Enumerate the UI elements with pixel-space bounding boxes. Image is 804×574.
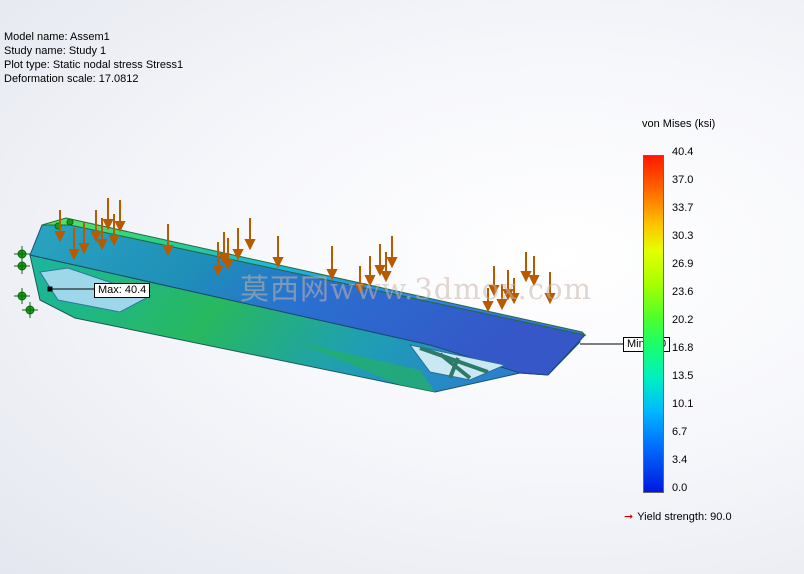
legend-tick: 26.9 [672,258,694,270]
fixed-geometry-icon [14,258,30,274]
fixed-geometry-icon [14,288,30,304]
legend-tick: 6.7 [672,426,688,438]
legend-tick: 13.5 [672,370,694,382]
watermark: 莫西网www.3dmox.com [240,272,592,306]
model-name: Model name: Assem1 [4,31,110,43]
down-arrow-icon [114,200,126,233]
down-arrow-icon [272,236,284,269]
study-info: Model name: Assem1 Study name: Study 1 P… [4,30,183,86]
legend-tick: 33.7 [672,202,694,214]
down-arrow-icon [102,198,114,231]
right-arrow-icon: ➞ [624,511,634,523]
legend-tick: 40.4 [672,146,694,158]
legend-tick: 20.2 [672,314,694,326]
yield-strength: ➞ Yield strength: 90.0 [624,510,732,523]
stress-colorbar [643,155,664,493]
legend-title: von Mises (ksi) [642,118,716,130]
max-stress-label[interactable]: Max: 40.4 [94,283,151,298]
legend-tick: 3.4 [672,454,688,466]
plot-type: Plot type: Static nodal stress Stress1 [4,59,184,71]
down-arrow-icon [386,236,398,269]
down-arrow-icon [232,228,244,261]
legend-tick: 10.1 [672,398,694,410]
study-name: Study name: Study 1 [4,45,107,57]
down-arrow-icon [162,224,174,257]
down-arrow-icon [244,218,256,251]
legend-tick: 23.6 [672,286,694,298]
legend-tick: 16.8 [672,342,694,354]
deformation-scale: Deformation scale: 17.0812 [4,73,139,85]
legend-tick: 0.0 [672,482,688,494]
yield-strength-label: Yield strength: 90.0 [637,511,732,523]
fixed-geometry-icon [66,218,74,226]
down-arrow-icon [218,232,230,265]
fixed-geometry-icon [22,302,38,318]
legend-tick: 37.0 [672,174,694,186]
legend-tick: 30.3 [672,230,694,242]
